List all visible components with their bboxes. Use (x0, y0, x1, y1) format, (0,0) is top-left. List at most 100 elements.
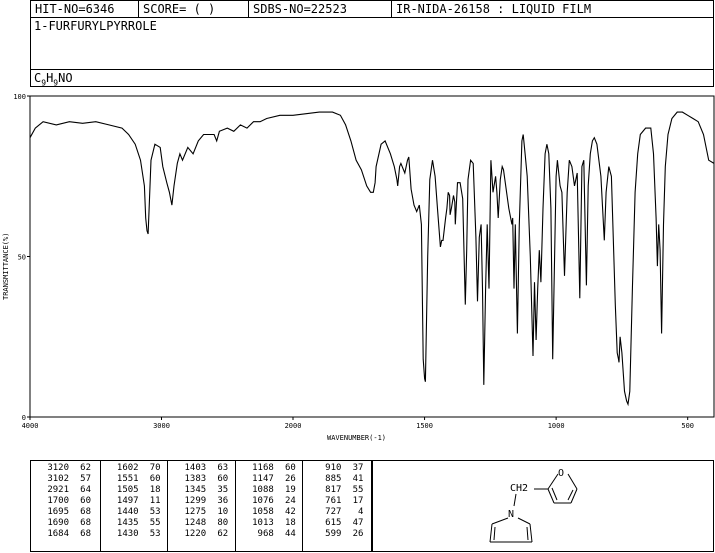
peak-row: 1013 18 (236, 518, 303, 529)
peak-column: 1403 63 1383 60 1345 35 1299 36 1275 10 1248 80 1220… (168, 461, 236, 551)
spectrum-line (29, 111, 715, 407)
peak-transmittance: 37 (352, 463, 364, 473)
peak-wavenumber: 1275 (184, 507, 207, 517)
peak-row: 1695 68 (31, 507, 100, 518)
peak-row: 1248 80 (168, 518, 235, 529)
x-tick-label: 3000 (153, 422, 170, 430)
peak-wavenumber: 1220 (184, 529, 207, 539)
peak-wavenumber: 1088 (252, 485, 274, 495)
peak-transmittance: 18 (149, 485, 161, 495)
peak-row: 1147 26 (236, 474, 303, 485)
peak-row: 1403 63 (168, 463, 235, 474)
peak-row: 3102 57 (31, 474, 100, 485)
peak-column: 3120 62 3102 57 2921 64 1700 60 1695 68 1690 68 1684… (31, 461, 101, 551)
peak-wavenumber: 910 (325, 463, 342, 473)
peak-row: 727 4 (303, 507, 371, 518)
x-tick-label: 4000 (22, 422, 39, 430)
peak-row: 1076 24 (236, 496, 303, 507)
pyrrole-ring (489, 517, 533, 543)
peak-wavenumber: 1695 (47, 507, 69, 517)
peak-wavenumber: 1248 (184, 518, 207, 528)
molecule-structure: O CH2 N (489, 468, 578, 543)
peak-wavenumber: 615 (325, 518, 342, 528)
y-tick-label: 0 (22, 414, 26, 422)
x-tick-label: 1500 (416, 422, 433, 430)
oxygen-label: O (558, 468, 564, 479)
peak-wavenumber: 1551 (116, 474, 139, 484)
x-axis-label: WAVENUMBER(-1) (327, 434, 386, 442)
peak-row: 1700 60 (31, 496, 100, 507)
peak-wavenumber: 1602 (116, 463, 139, 473)
peak-wavenumber: 1299 (184, 496, 207, 506)
peak-transmittance: 36 (217, 496, 229, 506)
peak-wavenumber: 761 (325, 496, 342, 506)
peak-transmittance: 80 (217, 518, 229, 528)
peak-table: 3120 62 3102 57 2921 64 1700 60 1695 68 1690 68 1684… (30, 460, 372, 552)
peak-wavenumber: 599 (325, 529, 342, 539)
peak-transmittance: 63 (217, 463, 229, 473)
peak-transmittance: 60 (284, 463, 296, 473)
peak-transmittance: 68 (80, 529, 91, 539)
peak-row: 885 41 (303, 474, 371, 485)
peak-row: 1299 36 (168, 496, 235, 507)
peak-transmittance: 70 (149, 463, 161, 473)
y-axis-ticks: 0 50 100 (13, 93, 30, 422)
peak-row: 615 47 (303, 518, 371, 529)
peak-transmittance: 41 (352, 474, 364, 484)
peak-wavenumber: 1700 (47, 496, 69, 506)
peak-column: 910 37 885 41 817 55 761 17 727 4 615 47 599 26 (303, 461, 371, 551)
peak-row: 599 26 (303, 529, 371, 540)
peak-wavenumber: 1435 (116, 518, 139, 528)
peak-transmittance: 26 (284, 474, 296, 484)
ch2-label: CH2 (510, 483, 528, 494)
peak-transmittance: 62 (217, 529, 229, 539)
y-axis-label: TRANSMITTANCE(%) (2, 233, 10, 300)
peak-wavenumber: 1168 (252, 463, 274, 473)
peak-wavenumber: 1147 (252, 474, 274, 484)
peak-transmittance: 11 (149, 496, 161, 506)
peak-row: 1551 60 (101, 474, 168, 485)
peak-wavenumber: 1430 (116, 529, 139, 539)
y-tick-label: 50 (18, 254, 26, 262)
peak-transmittance: 55 (149, 518, 161, 528)
n-ch2-bond (513, 493, 517, 507)
peak-transmittance: 44 (284, 529, 296, 539)
peak-row: 2921 64 (31, 485, 100, 496)
peak-row: 1220 62 (168, 529, 235, 540)
peak-transmittance: 4 (358, 507, 364, 517)
peak-column: 1168 60 1147 26 1088 19 1076 24 1058 42 1013 18 968 4… (236, 461, 304, 551)
peak-transmittance: 60 (149, 474, 161, 484)
peak-transmittance: 18 (284, 518, 296, 528)
peak-row: 1602 70 (101, 463, 168, 474)
peak-row: 1168 60 (236, 463, 303, 474)
peak-transmittance: 26 (352, 529, 364, 539)
peak-wavenumber: 3102 (47, 474, 69, 484)
peak-transmittance: 17 (352, 496, 364, 506)
peak-row: 1088 19 (236, 485, 303, 496)
peak-transmittance: 60 (217, 474, 229, 484)
peak-wavenumber: 727 (325, 507, 342, 517)
peak-row: 1435 55 (101, 518, 168, 529)
nitrogen-label: N (508, 509, 514, 520)
y-tick-label: 100 (13, 93, 26, 101)
peak-row: 3120 62 (31, 463, 100, 474)
peak-wavenumber: 885 (325, 474, 342, 484)
peak-wavenumber: 968 (257, 529, 274, 539)
peak-transmittance: 68 (80, 518, 91, 528)
peak-transmittance: 57 (80, 474, 91, 484)
peak-wavenumber: 1383 (184, 474, 207, 484)
peak-wavenumber: 1403 (184, 463, 207, 473)
plot-frame (29, 95, 715, 418)
peak-row: 1440 53 (101, 507, 168, 518)
x-tick-label: 2000 (285, 422, 302, 430)
peak-wavenumber: 1497 (116, 496, 139, 506)
peak-transmittance: 64 (80, 485, 91, 495)
peak-wavenumber: 1345 (184, 485, 207, 495)
peak-wavenumber: 1076 (252, 496, 274, 506)
peak-transmittance: 55 (352, 485, 364, 495)
peak-transmittance: 24 (284, 496, 296, 506)
peak-transmittance: 62 (80, 463, 91, 473)
x-tick-label: 1000 (548, 422, 565, 430)
peak-row: 1058 42 (236, 507, 303, 518)
peak-transmittance: 19 (284, 485, 296, 495)
